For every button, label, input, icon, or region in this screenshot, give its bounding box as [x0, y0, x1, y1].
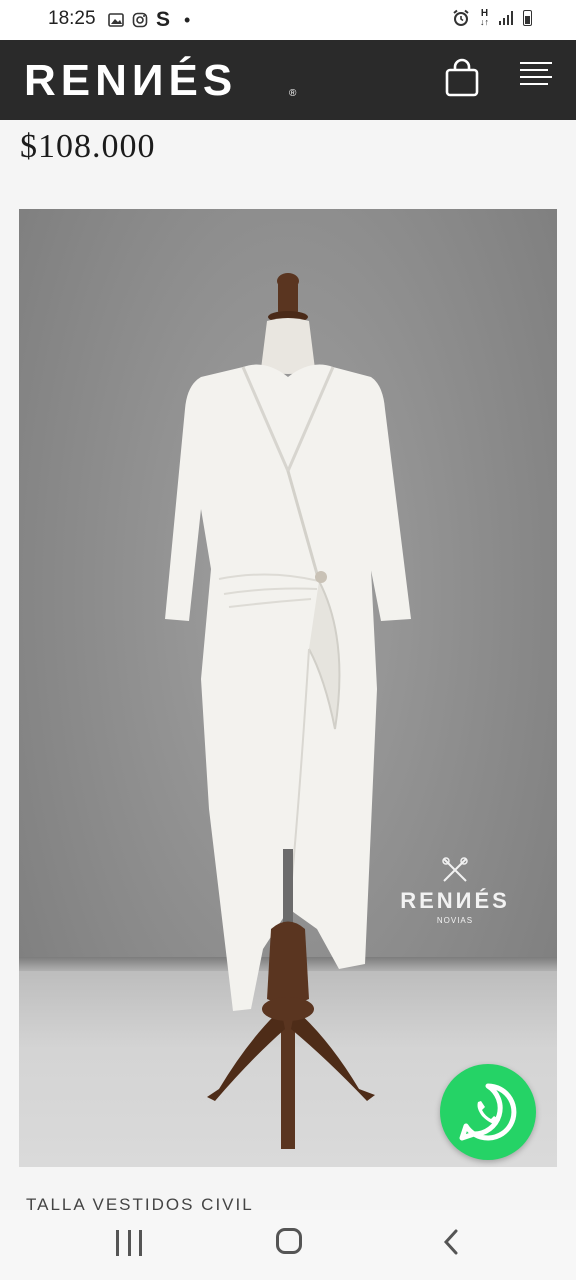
menu-icon-bar	[520, 69, 548, 71]
s-app-icon: S	[156, 8, 171, 31]
watermark-sub: NOVIAS	[436, 916, 474, 925]
brand-logo[interactable]: RENИÉS	[24, 56, 237, 106]
image-watermark: RENИÉS NOVIAS	[385, 857, 525, 925]
signal-icon	[499, 11, 513, 25]
battery-icon	[523, 10, 532, 26]
menu-icon-bar	[520, 83, 548, 85]
cart-button[interactable]	[444, 58, 480, 98]
registered-mark: ®	[289, 88, 297, 99]
crossed-keys-icon	[442, 857, 468, 882]
back-button[interactable]	[440, 1228, 464, 1256]
recent-apps-icon-bar	[139, 1230, 142, 1256]
status-bar: 18:25 S • H ↓↑	[0, 0, 576, 40]
whatsapp-icon	[459, 1083, 517, 1141]
status-time: 18:25	[48, 8, 96, 29]
menu-icon-bar	[520, 62, 552, 64]
whatsapp-button[interactable]	[440, 1064, 536, 1160]
data-arrows-icon: H ↓↑	[480, 8, 489, 27]
notification-dot-icon: •	[184, 9, 191, 30]
watermark-brand: RENИÉS	[400, 888, 510, 913]
status-right-icons: H ↓↑	[452, 9, 532, 27]
site-header: RENИÉS ®	[0, 40, 576, 120]
product-image[interactable]: RENИÉS NOVIAS	[19, 209, 557, 1167]
recent-apps-icon-bar	[116, 1230, 119, 1256]
android-nav-bar	[0, 1210, 576, 1280]
product-price: $108.000	[20, 128, 156, 165]
section-heading-partial: TALLA VESTIDOS CIVIL	[26, 1190, 286, 1210]
home-button[interactable]	[276, 1228, 302, 1254]
shopping-bag-icon	[445, 58, 479, 97]
back-chevron-icon	[443, 1229, 458, 1255]
instagram-icon	[132, 12, 148, 28]
status-left-icons: S •	[108, 8, 190, 32]
section-heading-text: TALLA VESTIDOS CIVIL	[26, 1195, 254, 1210]
recent-apps-icon-bar	[127, 1230, 131, 1256]
dress-on-mannequin-illustration	[165, 273, 411, 1149]
gallery-icon	[108, 13, 124, 27]
alarm-icon	[453, 9, 469, 26]
menu-button[interactable]	[520, 62, 552, 92]
recent-apps-button[interactable]	[116, 1230, 142, 1256]
menu-icon-bar	[520, 76, 552, 78]
